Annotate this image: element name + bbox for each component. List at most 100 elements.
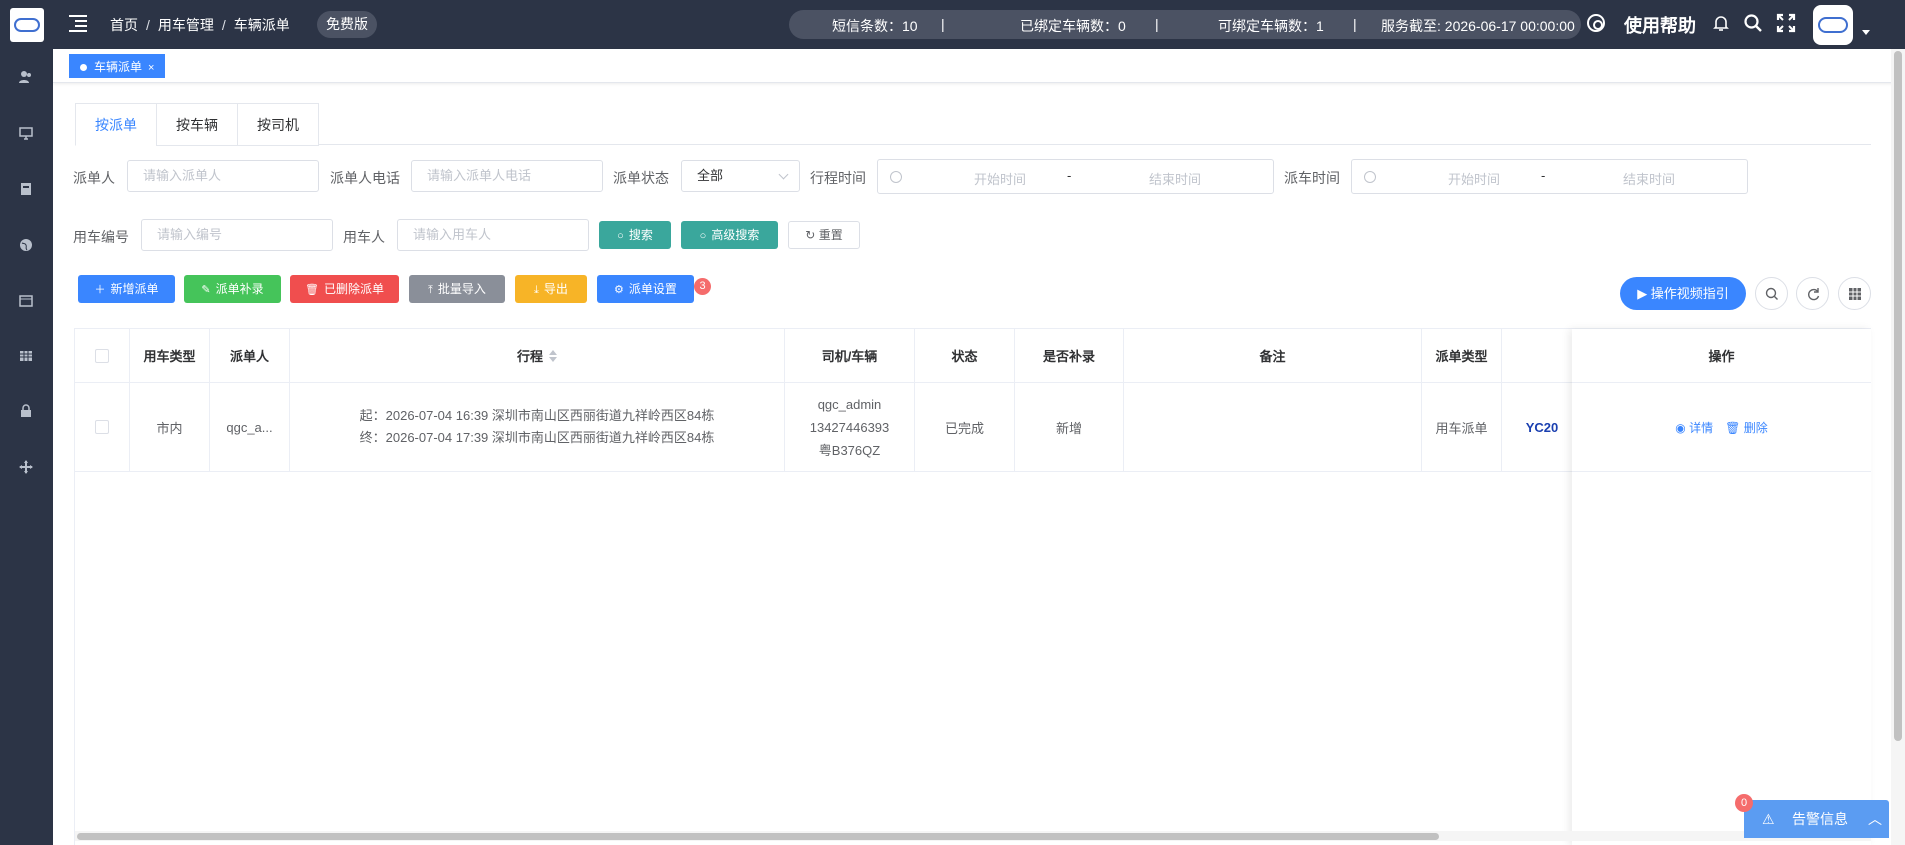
export-button[interactable]: ⤓ 导出 [515,275,587,303]
account-stats: 短信条数：10 | 已绑定车辆数：0 | 可绑定车辆数：1 | 服务截至: 20… [789,10,1581,39]
cell-supplement: 新增 [1015,383,1124,472]
select-all-cell [75,329,130,383]
code-label: 用车编号 [73,229,129,245]
cell-order-type: 用车派单 [1422,383,1502,472]
tab-by-driver[interactable]: 按司机 [237,103,319,146]
calendar-icon[interactable] [17,291,35,309]
toggle-search-button[interactable] [1755,277,1788,310]
dispatch-start-input[interactable]: 开始时间 [1404,169,1544,188]
trip-start: 起：2026-07-04 16:39 深圳市南山区西丽街道九祥岭西区84栋 [359,408,715,423]
book-icon[interactable] [17,180,35,198]
phone-input[interactable]: 请输入派单人电话 [411,160,603,192]
deleted-dispatch-label: 已删除派单 [323,282,384,296]
alarm-panel[interactable]: ⚠ 告警信息 ︿ [1744,800,1889,838]
cell-driver: qgc_admin 13427446393 粤B376QZ [785,383,915,472]
sort-icon[interactable] [549,349,557,362]
move-icon[interactable] [17,458,35,476]
trip-start-input[interactable]: 开始时间 [930,169,1070,188]
driver-phone: 13427446393 [809,419,890,435]
columns-button[interactable] [1838,277,1871,310]
refresh-button[interactable] [1796,277,1829,310]
logo-mark [14,18,40,32]
supplement-dispatch-button[interactable]: ✎ 派单补录 [184,275,281,303]
download-icon: ⤓ [534,284,539,296]
help-link[interactable]: 使用帮助 [1624,12,1696,38]
bound-vehicle-count: 已绑定车辆数：0 [1020,18,1126,34]
user-avatar[interactable] [1813,5,1853,45]
tab-by-vehicle[interactable]: 按车辆 [156,103,238,146]
cell-trip: 起：2026-07-04 16:39 深圳市南山区西丽街道九祥岭西区84栋 终：… [290,383,785,472]
chevron-up-icon[interactable]: ︿ [1868,800,1882,838]
dispatcher-input[interactable]: 请输入派单人 [127,160,319,192]
trip-end: 终：2026-07-04 17:39 深圳市南山区西丽街道九祥岭西区84栋 [359,430,715,445]
app: 首页 / 用车管理 / 车辆派单 免费版 短信条数：10 | 已绑定车辆数：0 | 可绑… [0,0,1905,845]
cell-remark [1124,383,1422,472]
trip-header-label: 行程 [516,349,543,364]
bell-icon[interactable] [1711,13,1731,33]
col-header-trip[interactable]: 行程 [290,329,785,383]
range-separator: - [1541,168,1546,183]
tag-vehicle-dispatch[interactable]: 车辆派单 × [69,54,166,78]
reset-button[interactable]: ↻ 重置 [788,221,860,249]
search-icon[interactable] [1743,13,1763,33]
select-all-checkbox[interactable] [95,348,109,363]
fullscreen-icon[interactable] [1776,13,1796,33]
search-button[interactable]: ○ 搜索 [599,221,671,249]
code-input[interactable]: 请输入编号 [141,219,333,251]
lock-icon[interactable] [17,402,35,420]
sms-count: 短信条数：10 [832,18,918,34]
user-input[interactable]: 请输入用车人 [397,219,589,251]
status-select-value: 全部 [697,168,724,183]
detail-label: 详情 [1689,420,1714,435]
col-header-supplement: 是否补录 [1015,329,1124,383]
refresh-icon [1807,287,1819,300]
globe-icon[interactable] [17,236,35,254]
table-horizontal-scrollbar[interactable] [75,831,1871,841]
col-header-driver: 司机/车辆 [785,329,915,383]
deleted-dispatch-button[interactable]: 🗑 已删除派单 [290,275,399,303]
tag-close-icon[interactable]: × [148,62,154,74]
app-logo[interactable] [10,8,44,42]
breadcrumb-home[interactable]: 首页 [110,17,138,33]
page-scrollbar[interactable] [1891,49,1905,845]
add-dispatch-button[interactable]: ＋ 新增派单 [78,275,175,303]
cell-status: 已完成 [915,383,1015,472]
video-guide-button[interactable]: ▶ 操作视频指引 [1620,277,1746,310]
monitor-icon[interactable] [17,124,35,142]
dispatch-time-range[interactable]: 开始时间 - 结束时间 [1351,159,1748,194]
plus-icon: ＋ [94,284,106,296]
status-select[interactable]: 全部 [681,160,800,192]
cell-actions: ◉ 详情 🗑 删除 [1572,383,1871,472]
breadcrumb-vehicle-management[interactable]: 用车管理 [158,17,214,33]
service-expiry: 服务截至: 2026-06-17 00:00:00 [1381,18,1575,34]
cell-type: 市内 [130,383,210,472]
delete-link[interactable]: 🗑 删除 [1725,419,1768,436]
batch-import-button[interactable]: ⤒ 批量导入 [409,275,505,303]
trip-end-input[interactable]: 结束时间 [1105,169,1245,188]
eye-icon: ◉ [1675,420,1690,435]
advanced-search-button[interactable]: ○ 高级搜索 [681,221,778,249]
users-icon[interactable] [17,68,35,86]
range-separator: - [1067,168,1072,183]
sidebar [0,0,53,845]
table-icon[interactable] [17,347,35,365]
cell-code[interactable]: YC20 [1502,383,1582,472]
alarm-label: 告警信息 [1792,811,1848,827]
row-checkbox[interactable] [95,420,109,434]
add-dispatch-label: 新增派单 [110,282,159,296]
col-header-order-type: 派单类型 [1422,329,1502,383]
tab-by-order[interactable]: 按派单 [75,103,157,146]
bindable-vehicle-count: 可绑定车辆数：1 [1218,18,1324,34]
search-button-label: 搜索 [628,228,653,242]
top-bar: 首页 / 用车管理 / 车辆派单 免费版 短信条数：10 | 已绑定车辆数：0 | 可绑… [53,0,1905,49]
alarm-icon: ⚠ [1762,811,1775,827]
dispatch-settings-button[interactable]: ⚙ 派单设置 [597,275,694,303]
delete-label: 删除 [1743,420,1768,435]
dispatch-end-input[interactable]: 结束时间 [1579,169,1719,188]
settings-gear-icon[interactable] [1587,14,1605,32]
detail-link[interactable]: ◉ 详情 [1675,419,1713,436]
search-icon: ○ [699,230,707,242]
menu-toggle-icon[interactable] [69,15,87,32]
user-menu-caret-icon[interactable] [1862,30,1870,35]
trip-time-range[interactable]: 开始时间 - 结束时间 [877,159,1274,194]
